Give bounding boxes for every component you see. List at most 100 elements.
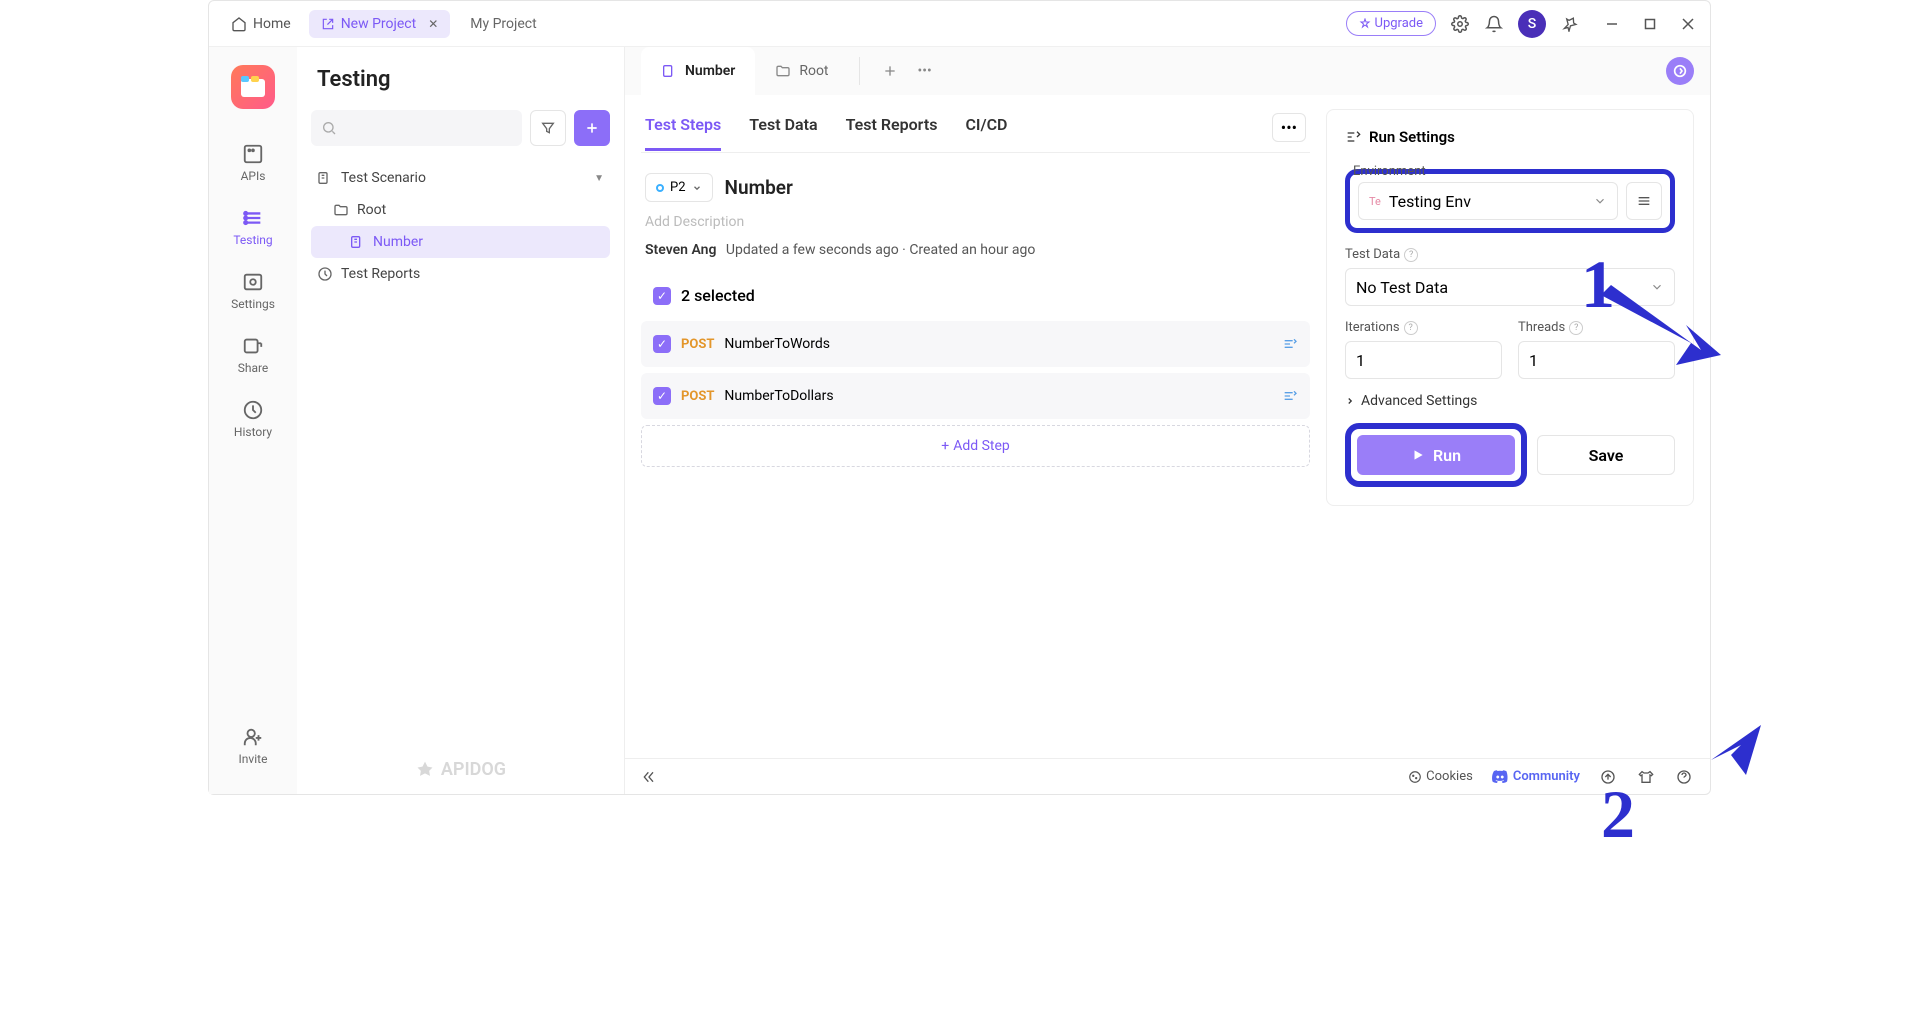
scenario-title[interactable]: Number [725, 176, 793, 199]
run-settings-title: Run Settings [1369, 128, 1455, 146]
project-tab-my[interactable]: My Project [458, 10, 548, 38]
sync-icon[interactable] [1666, 57, 1694, 85]
app-logo[interactable] [231, 65, 275, 109]
tree-label: Root [357, 202, 386, 218]
sub-tabs: Test Steps Test Data Test Reports CI/CD … [641, 95, 1310, 153]
tree-scenario-root[interactable]: Test Scenario ▼ [311, 162, 610, 194]
more-button[interactable]: ••• [1272, 113, 1306, 142]
step-row[interactable]: ✓ POST NumberToWords [641, 321, 1310, 367]
file-tab-label: Root [799, 63, 828, 79]
tshirt-icon[interactable] [1636, 767, 1656, 787]
tree-item-number[interactable]: Number [311, 226, 610, 258]
close-icon[interactable]: ✕ [428, 17, 438, 31]
left-panel: Testing Test Scenario ▼ Root [297, 47, 625, 794]
bell-icon[interactable] [1484, 14, 1504, 34]
close-window-icon[interactable] [1678, 14, 1698, 34]
select-all-row[interactable]: ✓ 2 selected [641, 276, 1310, 315]
test-data-label: Test Data? [1345, 247, 1675, 262]
step-name: NumberToDollars [724, 388, 833, 404]
iterations-label: Iterations? [1345, 320, 1502, 335]
project-tab-new[interactable]: New Project ✕ [309, 10, 451, 38]
rail-item-invite[interactable]: Invite [219, 718, 287, 774]
step-action-icon[interactable] [1282, 336, 1298, 352]
upload-icon[interactable] [1598, 767, 1618, 787]
gear-icon[interactable] [1450, 14, 1470, 34]
add-button[interactable] [574, 110, 610, 146]
env-badge: Te [1369, 195, 1381, 208]
method-badge: POST [681, 337, 714, 352]
description-input[interactable]: Add Description [641, 210, 1310, 242]
cookies-link[interactable]: Cookies [1408, 769, 1473, 784]
tab-test-reports[interactable]: Test Reports [846, 115, 938, 151]
rail-item-share[interactable]: Share [219, 327, 287, 383]
priority-select[interactable]: P2 [645, 173, 713, 202]
upgrade-button[interactable]: Upgrade [1346, 11, 1436, 36]
search-input[interactable] [311, 110, 522, 146]
run-highlight-box: Run [1345, 423, 1527, 487]
tree-label: Test Scenario [341, 170, 426, 186]
home-button[interactable]: Home [221, 10, 301, 38]
test-data-value: No Test Data [1356, 278, 1448, 297]
checkbox-icon[interactable]: ✓ [653, 387, 671, 405]
brand-watermark: APIDOG [311, 745, 610, 794]
meta-line: Steven Ang Updated a few seconds ago · C… [641, 242, 1310, 276]
author-name: Steven Ang [645, 242, 716, 258]
tab-test-data[interactable]: Test Data [749, 115, 817, 151]
advanced-settings-toggle[interactable]: Advanced Settings [1345, 393, 1675, 409]
iterations-input[interactable]: 1 [1345, 341, 1502, 379]
updated-text: Updated a few seconds ago [726, 242, 899, 258]
save-label: Save [1589, 446, 1624, 465]
run-button[interactable]: Run [1357, 435, 1515, 475]
run-settings-panel: Run Settings Environment Te Testing Env [1326, 109, 1694, 506]
checkbox-icon[interactable]: ✓ [653, 287, 671, 305]
method-badge: POST [681, 389, 714, 404]
upgrade-label: Upgrade [1375, 16, 1423, 31]
step-name: NumberToWords [724, 336, 830, 352]
project-tab-label: My Project [470, 16, 536, 32]
checkbox-icon[interactable]: ✓ [653, 335, 671, 353]
maximize-icon[interactable] [1640, 14, 1660, 34]
chevron-down-icon: ▼ [594, 173, 604, 184]
env-value: Testing Env [1389, 192, 1471, 211]
titlebar: Home New Project ✕ My Project Upgrade S [209, 1, 1710, 47]
tree-label: Test Reports [341, 266, 420, 282]
rail-item-apis[interactable]: APIs [219, 135, 287, 191]
rail-label: Share [238, 361, 269, 375]
file-tab-number[interactable]: Number [641, 47, 755, 95]
pin-icon[interactable] [1560, 14, 1580, 34]
rail-label: Testing [233, 233, 272, 247]
file-tab-label: Number [685, 63, 735, 79]
step-row[interactable]: ✓ POST NumberToDollars [641, 373, 1310, 419]
filter-button[interactable] [530, 110, 566, 146]
add-tab-button[interactable] [870, 47, 910, 95]
tree-reports[interactable]: Test Reports [311, 258, 610, 290]
file-tab-root[interactable]: Root [755, 47, 848, 95]
rail-item-testing[interactable]: Testing [219, 199, 287, 255]
nav-rail: APIs Testing Settings Share History In [209, 47, 297, 794]
minimize-icon[interactable] [1602, 14, 1622, 34]
rail-label: History [234, 425, 272, 439]
project-tab-label: New Project [341, 16, 417, 32]
environment-select[interactable]: Te Testing Env [1358, 182, 1618, 220]
panel-title: Testing [317, 67, 610, 92]
save-button[interactable]: Save [1537, 435, 1675, 475]
threads-input[interactable]: 1 [1518, 341, 1675, 379]
tree-label: Number [373, 234, 423, 250]
avatar[interactable]: S [1518, 10, 1546, 38]
advanced-label: Advanced Settings [1361, 393, 1477, 409]
rail-item-settings[interactable]: Settings [219, 263, 287, 319]
home-label: Home [253, 16, 291, 32]
step-action-icon[interactable] [1282, 388, 1298, 404]
rail-item-history[interactable]: History [219, 391, 287, 447]
community-link[interactable]: Community [1491, 768, 1580, 786]
test-data-select[interactable]: No Test Data [1345, 268, 1675, 306]
tab-overflow-button[interactable]: ••• [910, 47, 940, 95]
help-icon[interactable] [1674, 767, 1694, 787]
env-menu-button[interactable] [1626, 182, 1662, 220]
tab-test-steps[interactable]: Test Steps [645, 115, 721, 151]
tree-folder-root[interactable]: Root [311, 194, 610, 226]
tab-cicd[interactable]: CI/CD [965, 115, 1007, 151]
add-step-button[interactable]: +Add Step [641, 425, 1310, 467]
file-tabs: Number Root ••• [625, 47, 1710, 95]
collapse-icon[interactable] [641, 769, 657, 785]
